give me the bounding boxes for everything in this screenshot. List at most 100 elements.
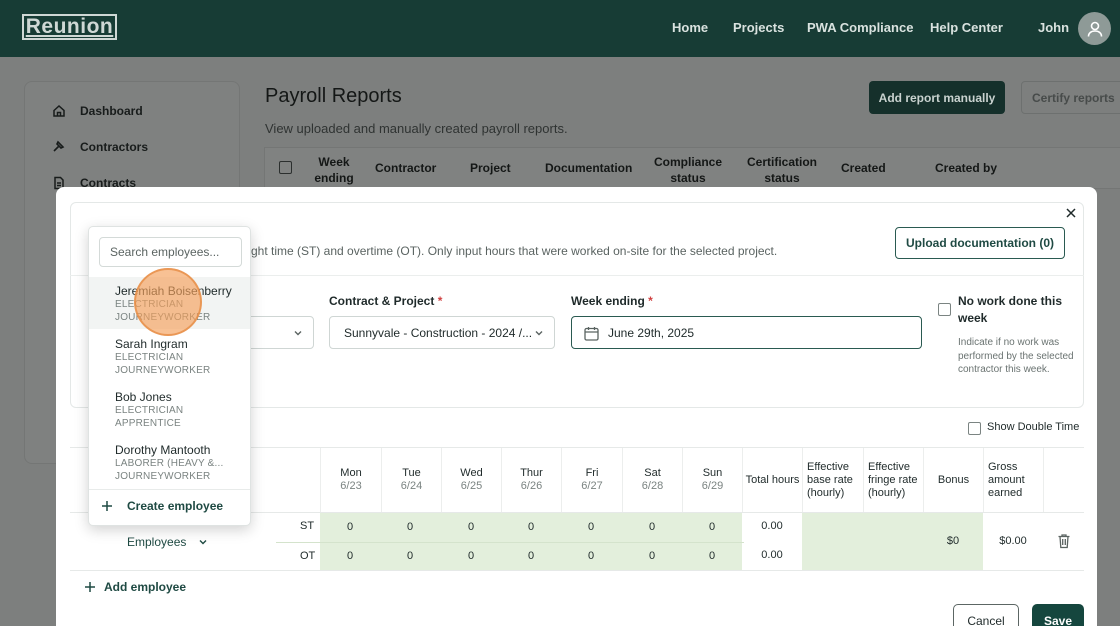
show-double-time-label: Show Double Time	[987, 421, 1080, 433]
create-employee-label: Create employee	[127, 499, 224, 513]
hammer-icon	[53, 140, 65, 152]
nav-home[interactable]: Home	[672, 20, 708, 35]
add-report-button[interactable]: Add report manually	[869, 81, 1005, 114]
ot-total: 0.00	[761, 549, 783, 561]
reunion-logo[interactable]: Reunion	[22, 14, 117, 40]
cancel-button[interactable]: Cancel	[953, 604, 1019, 626]
contract-project-value: Sunnyvale - Construction - 2024 /...	[344, 325, 533, 340]
page-subtitle: View uploaded and manually created payro…	[265, 121, 568, 136]
sidebar-item-label: Contractors	[80, 140, 149, 154]
no-work-help-text: Indicate if no work was performed by the…	[958, 337, 1074, 375]
create-employee-button[interactable]: Create employee	[101, 499, 223, 513]
col-documentation[interactable]: Documentation	[545, 160, 632, 176]
col-week-ending[interactable]: Week ending	[311, 154, 357, 186]
col-mon: Mon 6/23	[320, 448, 381, 512]
st-hours-wed[interactable]: 0	[441, 521, 501, 533]
col-sun: Sun 6/29	[682, 448, 742, 512]
user-icon	[1087, 21, 1102, 37]
sidebar-item-label: Dashboard	[80, 104, 143, 118]
chevron-down-icon	[294, 331, 302, 336]
ot-label: OT	[300, 550, 316, 562]
contract-project-select[interactable]: Sunnyvale - Construction - 2024 /...	[329, 316, 555, 349]
avatar[interactable]	[1078, 12, 1111, 45]
employee-name: Jeremiah Boisenberry	[115, 284, 232, 298]
col-compliance-status[interactable]: Compliance status	[651, 154, 725, 186]
chevron-down-icon	[199, 540, 207, 545]
ot-hours-sat[interactable]: 0	[622, 550, 682, 562]
col-fringe-rate: Effective fringe rate (hourly)	[863, 448, 923, 512]
employee-level: JOURNEYWORKER	[115, 471, 211, 482]
employee-name: Dorothy Mantooth	[115, 443, 211, 457]
ot-hours-thur[interactable]: 0	[501, 550, 561, 562]
sidebar-item-dashboard[interactable]: Dashboard	[52, 104, 143, 118]
week-ending-value: June 29th, 2025	[608, 325, 695, 340]
col-bonus: Bonus	[923, 448, 983, 512]
week-ending-label: Week ending *	[571, 294, 653, 308]
list-item-employee[interactable]: Jeremiah Boisenberry ELECTRICIAN JOURNEY…	[89, 277, 250, 329]
employee-dropdown: Jeremiah Boisenberry ELECTRICIAN JOURNEY…	[88, 226, 251, 526]
user-name[interactable]: John	[1038, 20, 1069, 35]
gross-value: $0.00	[999, 535, 1027, 547]
employee-trade: LABORER (HEAVY &...	[115, 458, 224, 469]
st-total: 0.00	[761, 520, 783, 532]
employee-trade: ELECTRICIAN	[115, 352, 184, 363]
col-project[interactable]: Project	[470, 160, 511, 176]
no-work-label: No work done this week	[958, 294, 1063, 325]
ot-hours-mon[interactable]: 0	[320, 550, 380, 562]
nav-help-center[interactable]: Help Center	[930, 20, 1003, 35]
bonus-value[interactable]: $0	[923, 535, 983, 547]
search-employees-input[interactable]	[99, 237, 242, 267]
sidebar-item-contractors[interactable]: Contractors	[52, 140, 148, 154]
contract-project-label: Contract & Project *	[329, 294, 443, 308]
home-icon	[53, 104, 65, 117]
ot-hours-fri[interactable]: 0	[561, 550, 621, 562]
col-wed: Wed 6/25	[441, 448, 501, 512]
certify-reports-button[interactable]: Certify reports	[1021, 81, 1120, 114]
ot-hours-wed[interactable]: 0	[441, 550, 501, 562]
st-hours-fri[interactable]: 0	[561, 521, 621, 533]
st-hours-tue[interactable]: 0	[380, 521, 440, 533]
chevron-down-icon	[535, 331, 543, 336]
col-base-rate: Effective base rate (hourly)	[802, 448, 863, 512]
ot-hours-sun[interactable]: 0	[682, 550, 742, 562]
employee-name: Sarah Ingram	[115, 337, 188, 351]
col-created-by[interactable]: Created by	[935, 160, 997, 176]
list-item-employee[interactable]: Dorothy Mantooth LABORER (HEAVY &... JOU…	[89, 436, 250, 488]
employee-level: JOURNEYWORKER	[115, 365, 211, 376]
employee-level: APPRENTICE	[115, 418, 181, 429]
page-title: Payroll Reports	[265, 85, 402, 107]
col-contractor[interactable]: Contractor	[375, 160, 436, 176]
trash-icon[interactable]	[1057, 533, 1071, 549]
upload-documentation-button[interactable]: Upload documentation (0)	[895, 227, 1065, 259]
st-hours-mon[interactable]: 0	[320, 521, 380, 533]
add-employee-button[interactable]: Add employee	[84, 580, 186, 594]
list-item-employee[interactable]: Sarah Ingram ELECTRICIAN JOURNEYWORKER	[89, 330, 250, 382]
ot-hours-tue[interactable]: 0	[380, 550, 440, 562]
employee-name: Bob Jones	[115, 390, 172, 404]
save-button[interactable]: Save	[1032, 604, 1084, 626]
show-double-time-checkbox[interactable]	[968, 422, 981, 435]
no-work-checkbox[interactable]	[938, 303, 951, 316]
col-certification-status[interactable]: Certification status	[743, 154, 821, 186]
select-all-checkbox[interactable]	[279, 161, 292, 174]
calendar-icon	[584, 327, 599, 341]
col-created[interactable]: Created	[841, 160, 886, 176]
st-hours-thur[interactable]: 0	[501, 521, 561, 533]
col-actions	[1043, 448, 1084, 512]
list-item-employee[interactable]: Bob Jones ELECTRICIAN APPRENTICE	[89, 383, 250, 435]
reports-table-header: Week ending Contractor Project Documenta…	[264, 147, 1120, 189]
col-tue: Tue 6/24	[381, 448, 441, 512]
employee-select[interactable]: Employees	[127, 535, 208, 549]
employee-select-label: Employees	[127, 535, 187, 549]
st-hours-sat[interactable]: 0	[622, 521, 682, 533]
employee-trade: ELECTRICIAN	[115, 405, 184, 416]
col-sat: Sat 6/28	[622, 448, 682, 512]
employee-trade: ELECTRICIAN	[115, 299, 184, 310]
add-employee-label: Add employee	[104, 580, 187, 594]
nav-projects[interactable]: Projects	[733, 20, 784, 35]
st-hours-sun[interactable]: 0	[682, 521, 742, 533]
nav-pwa-compliance[interactable]: PWA Compliance	[807, 20, 913, 35]
top-nav: Reunion Home Projects PWA Compliance Hel…	[0, 0, 1120, 57]
st-label: ST	[300, 520, 315, 532]
week-ending-input[interactable]: June 29th, 2025	[571, 316, 922, 349]
